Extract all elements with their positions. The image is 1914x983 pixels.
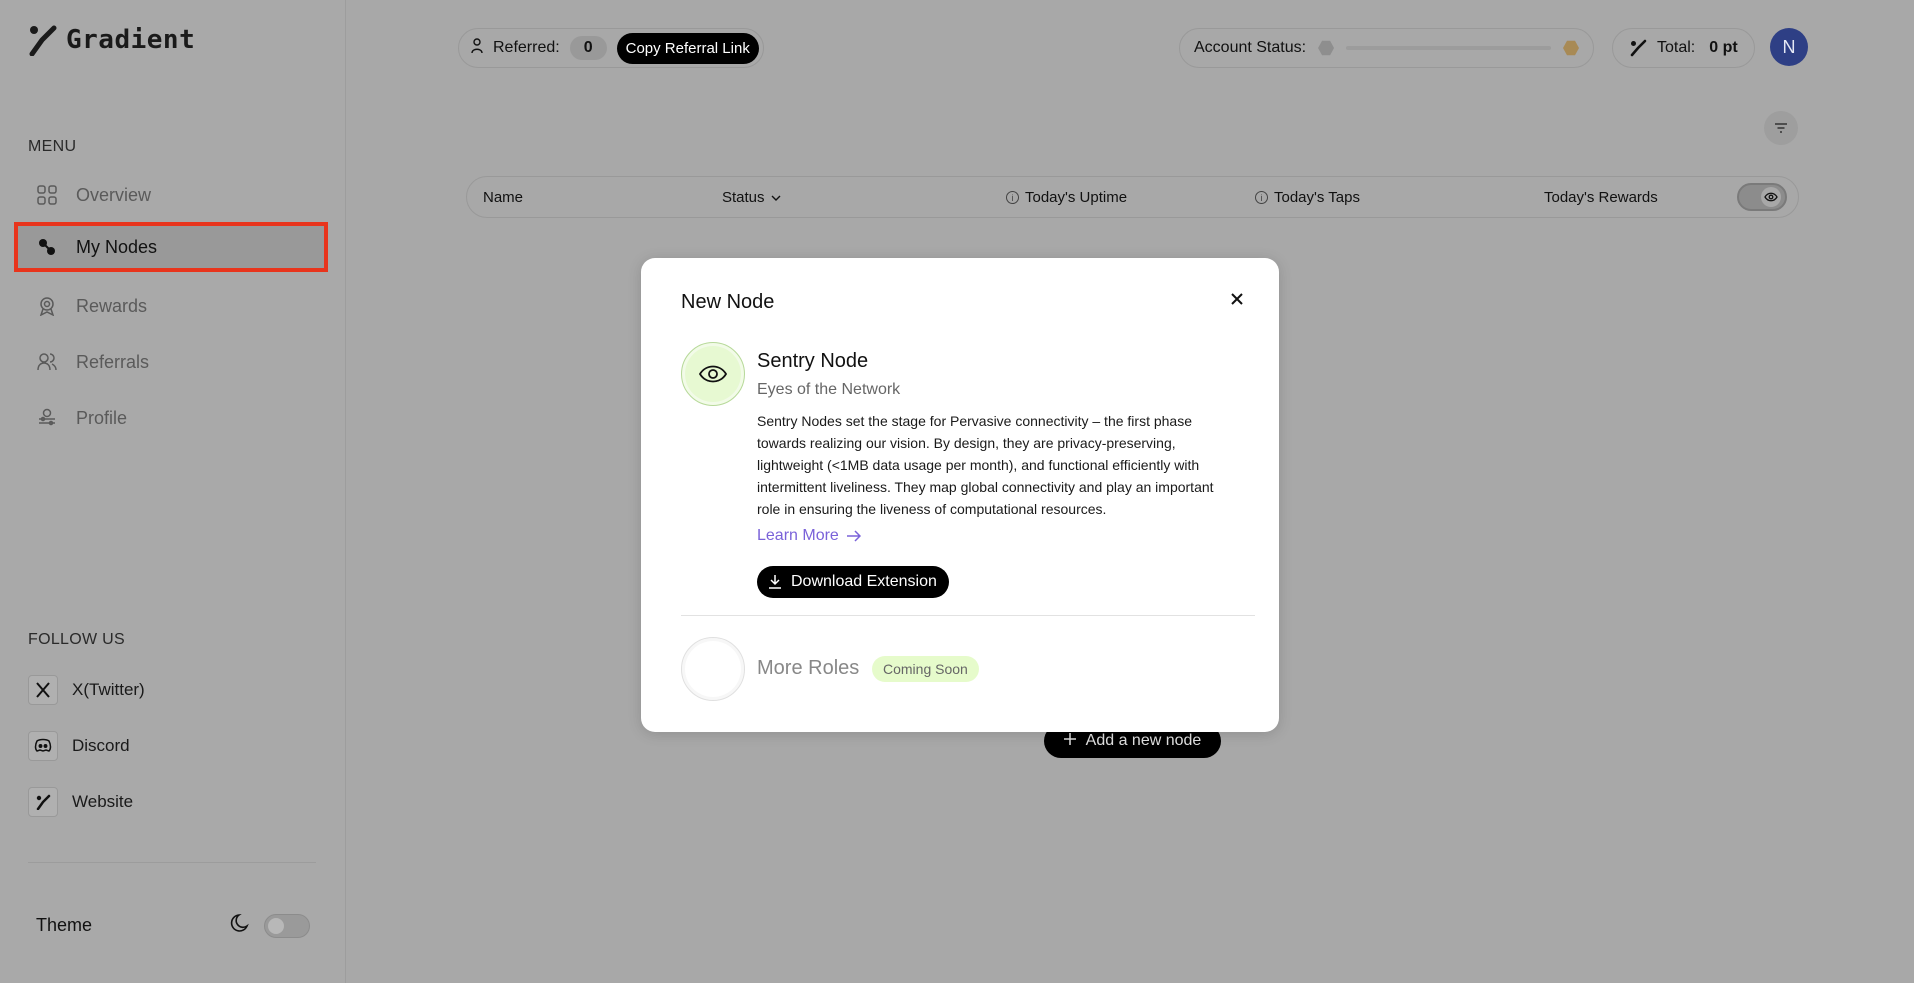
column-uptime-label: Today's Uptime: [1025, 189, 1128, 206]
total-points-pill: Total: 0 pt: [1612, 28, 1755, 68]
info-icon[interactable]: i: [1006, 191, 1019, 204]
menu-label: MENU: [28, 138, 77, 155]
theme-row: Theme: [36, 912, 310, 939]
sidebar-item-label: My Nodes: [76, 236, 158, 257]
eye-icon: [698, 365, 728, 383]
download-icon: [769, 575, 781, 589]
role-subtitle: Eyes of the Network: [757, 381, 901, 398]
sidebar-item-my-nodes[interactable]: My Nodes: [14, 222, 328, 272]
logo[interactable]: Gradient: [28, 24, 195, 56]
avatar[interactable]: N: [1770, 28, 1808, 66]
award-icon: [36, 295, 58, 317]
referred-count: 0: [569, 36, 607, 60]
follow-website-link[interactable]: Website: [28, 787, 133, 817]
chevron-down-icon: [771, 195, 781, 201]
learn-more-link[interactable]: Learn More: [757, 527, 861, 545]
follow-twitter-link[interactable]: X(Twitter): [28, 675, 145, 705]
filter-icon: [1775, 123, 1787, 133]
column-status[interactable]: Status: [722, 189, 781, 206]
sidebar-item-profile[interactable]: Profile: [14, 393, 328, 443]
eye-icon: [1761, 187, 1781, 207]
sidebar-item-rewards[interactable]: Rewards: [14, 281, 328, 331]
add-node-label: Add a new node: [1085, 732, 1202, 749]
more-roles-icon-circle: [681, 637, 745, 701]
users-icon: [36, 351, 58, 373]
sidebar-item-label: Overview: [76, 184, 152, 205]
sidebar-item-label: Referrals: [76, 351, 150, 372]
modal-divider: [681, 615, 1255, 616]
gradient-logo-icon: [29, 25, 57, 56]
gradient-logo-icon: [28, 787, 58, 817]
person-icon: [471, 37, 483, 59]
follow-us-label: FOLLOW US: [28, 631, 125, 648]
status-level-start-icon: [1318, 40, 1335, 56]
sidebar-divider: [28, 862, 316, 863]
show-rewards-toggle[interactable]: [1737, 183, 1787, 211]
account-status-label: Account Status:: [1194, 39, 1307, 56]
learn-more-label: Learn More: [757, 527, 839, 544]
total-value: 0 pt: [1709, 39, 1738, 56]
theme-label: Theme: [36, 915, 93, 935]
profile-icon: [36, 407, 58, 429]
logo-text: Gradient: [66, 25, 196, 55]
nodes-icon: [36, 236, 58, 258]
column-status-label: Status: [722, 189, 765, 206]
column-todays-uptime: i Today's Uptime: [1006, 189, 1127, 206]
x-twitter-icon: [28, 675, 58, 705]
filter-button[interactable]: [1764, 111, 1798, 145]
sentry-node-icon-circle: [681, 342, 745, 406]
sidebar-item-overview[interactable]: Overview: [14, 170, 328, 220]
total-label: Total:: [1657, 39, 1696, 56]
sidebar: Gradient MENU Overview My Nodes Rewards …: [0, 0, 346, 983]
info-icon[interactable]: i: [1255, 191, 1268, 204]
account-status-pill: Account Status:: [1179, 28, 1594, 68]
sidebar-item-label: Profile: [76, 407, 128, 428]
download-label: Download Extension: [791, 573, 937, 590]
column-name: Name: [483, 189, 524, 206]
copy-referral-link-button[interactable]: Copy Referral Link: [616, 32, 759, 64]
download-extension-button[interactable]: Download Extension: [757, 566, 949, 598]
column-taps-label: Today's Taps: [1274, 189, 1360, 206]
referred-pill: Referred: 0 Copy Referral Link: [458, 28, 764, 68]
sidebar-item-label: Rewards: [76, 295, 148, 316]
column-todays-rewards: Today's Rewards: [1544, 189, 1658, 206]
close-icon[interactable]: [1226, 288, 1248, 310]
arrow-right-icon: [846, 530, 861, 542]
column-todays-taps: i Today's Taps: [1255, 189, 1360, 206]
discord-icon: [28, 731, 58, 761]
sidebar-item-referrals[interactable]: Referrals: [14, 337, 328, 387]
status-level-end-icon: [1563, 40, 1579, 56]
new-node-modal: New Node Sentry Node Eyes of the Network…: [641, 258, 1279, 732]
follow-discord-link[interactable]: Discord: [28, 731, 130, 761]
referred-label: Referred:: [493, 39, 560, 56]
grid-icon: [36, 184, 58, 206]
gradient-logo-icon: [1630, 39, 1647, 57]
coming-soon-badge: Coming Soon: [872, 656, 979, 682]
more-roles-name: More Roles: [757, 657, 860, 679]
follow-label: Discord: [72, 736, 130, 755]
role-name: Sentry Node: [757, 350, 869, 372]
follow-label: X(Twitter): [72, 680, 145, 699]
follow-label: Website: [72, 792, 134, 811]
role-description: Sentry Nodes set the stage for Pervasive…: [757, 413, 1214, 517]
plus-icon: [1063, 732, 1076, 750]
moon-icon: [230, 912, 252, 939]
account-status-track: [1346, 46, 1551, 50]
theme-toggle[interactable]: [264, 913, 310, 938]
modal-title: New Node: [681, 291, 775, 313]
nodes-table-header: Name Status i Today's Uptime i Today's T…: [466, 176, 1799, 218]
